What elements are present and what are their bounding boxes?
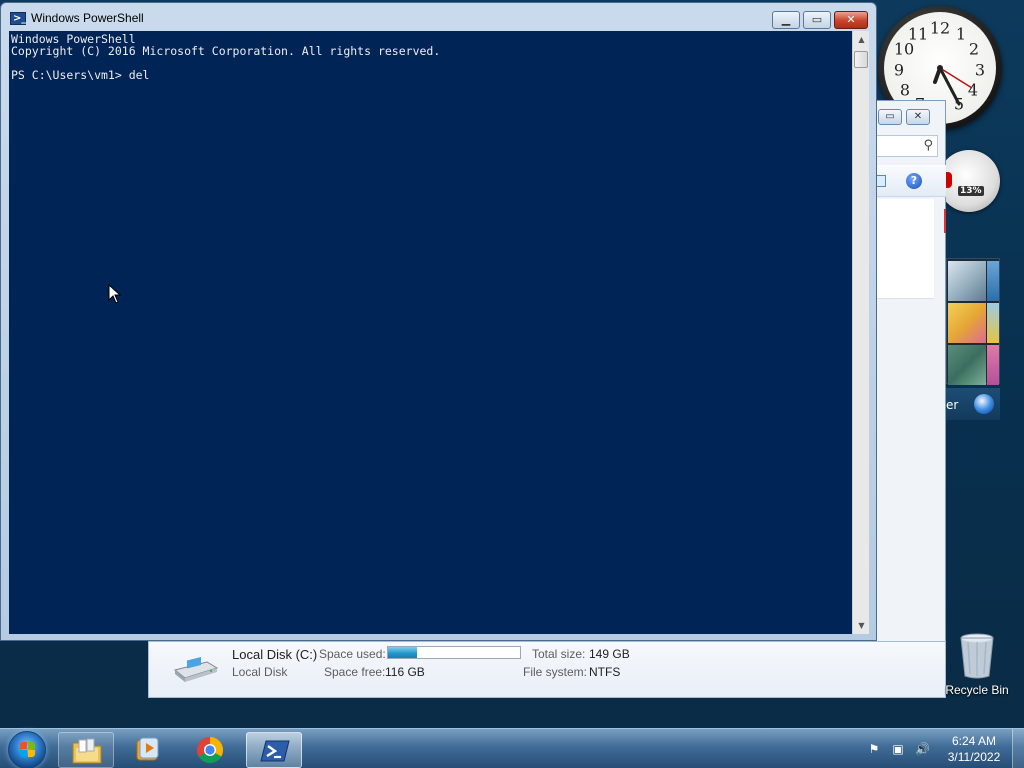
total-size-label: Total size: — [532, 647, 586, 661]
drive-name: Local Disk (C:) — [232, 647, 318, 662]
cpu-percent: 13% — [958, 186, 984, 196]
close-button[interactable]: ✕ — [834, 11, 868, 29]
slideshow-photo — [948, 345, 986, 385]
maximize-button[interactable]: ▭ — [803, 11, 831, 29]
slideshow-photo — [987, 345, 999, 385]
explorer-toolbar: ? — [876, 165, 946, 197]
powershell-icon — [260, 740, 290, 762]
slideshow-photo — [948, 261, 986, 301]
scroll-marker — [944, 209, 946, 233]
minimize-button[interactable]: ▁ — [772, 11, 800, 29]
disk-usage-bar — [387, 646, 521, 659]
slideshow-control-bar[interactable]: er — [946, 388, 1000, 420]
space-free-label: Space free: — [324, 665, 386, 679]
close-button[interactable]: ✕ — [906, 109, 930, 125]
console-prompt-line: PS C:\Users\vm1> del — [11, 68, 150, 82]
file-system-label: File system: — [523, 665, 588, 679]
windows-logo-icon — [974, 394, 994, 414]
scroll-up-arrow-icon[interactable]: ▲ — [853, 31, 870, 48]
chrome-icon — [196, 736, 224, 764]
start-button[interactable] — [8, 731, 46, 768]
help-icon[interactable]: ? — [906, 173, 922, 189]
cpu-meter-gadget[interactable]: 13% — [938, 150, 1000, 212]
mouse-pointer-icon — [108, 284, 122, 304]
slideshow-photo — [987, 261, 999, 301]
drive-type: Local Disk — [232, 665, 288, 679]
total-size-value: 149 GB — [589, 647, 630, 661]
search-box[interactable]: ⚲ — [876, 135, 938, 157]
slideshow-photo — [948, 303, 986, 343]
background-explorer-window[interactable]: ▭ ✕ ⚲ ? — [876, 100, 946, 698]
taskbar-chrome[interactable] — [182, 732, 238, 768]
powershell-icon: >_ — [10, 12, 26, 25]
scroll-down-arrow-icon[interactable]: ▼ — [853, 617, 870, 634]
action-center-icon[interactable]: ⚑ — [867, 742, 881, 756]
maximize-button[interactable]: ▭ — [878, 109, 902, 125]
taskbar: ⚑ ▣ 🔊 6:24 AM 3/11/2022 — [0, 728, 1024, 768]
taskbar-date: 3/11/2022 — [947, 750, 1001, 764]
volume-icon[interactable]: 🔊 — [915, 742, 930, 756]
explorer-content-area[interactable] — [876, 199, 934, 299]
slideshow-photo — [987, 303, 999, 343]
console-area[interactable]: Windows PowerShell Copyright (C) 2016 Mi… — [9, 31, 852, 634]
recycle-bin[interactable]: Recycle Bin — [944, 632, 1010, 697]
recycle-bin-icon — [960, 633, 994, 679]
vertical-scrollbar[interactable]: ▲ ▼ — [852, 31, 869, 634]
taskbar-windows-explorer[interactable] — [58, 732, 114, 768]
windows-flag-icon — [20, 742, 36, 758]
space-used-label: Space used: — [319, 647, 386, 661]
taskbar-powershell[interactable] — [246, 732, 302, 768]
console-line: Copyright (C) 2016 Microsoft Corporation… — [11, 44, 441, 58]
scrollbar-thumb[interactable] — [854, 51, 868, 68]
space-free-value: 116 GB — [385, 665, 425, 679]
taskbar-time: 6:24 AM — [951, 734, 997, 748]
network-icon[interactable]: ▣ — [891, 742, 905, 756]
console-output: Windows PowerShell Copyright (C) 2016 Mi… — [9, 31, 852, 83]
show-desktop-button[interactable] — [1012, 729, 1024, 768]
hard-drive-icon — [173, 657, 219, 682]
recycle-bin-label: Recycle Bin — [945, 683, 1009, 697]
taskbar-media-player[interactable] — [120, 732, 176, 768]
file-system-value: NTFS — [589, 665, 621, 679]
media-player-icon — [136, 737, 159, 761]
powershell-window[interactable]: >_ Windows PowerShell ▁ ▭ ✕ Windows Powe… — [0, 2, 877, 641]
folder-icon — [72, 738, 102, 764]
disk-usage-fill — [388, 647, 418, 658]
slideshow-gadget[interactable] — [946, 258, 1000, 385]
slideshow-partial-label: er — [946, 398, 959, 412]
window-title: Windows PowerShell — [31, 11, 144, 25]
search-icon: ⚲ — [923, 138, 933, 153]
clock-datetime[interactable]: 6:24 AM 3/11/2022 — [944, 733, 1004, 765]
view-options-icon[interactable] — [876, 175, 886, 187]
explorer-details-pane: Local Disk (C:) Local Disk Space used: S… — [148, 641, 946, 698]
